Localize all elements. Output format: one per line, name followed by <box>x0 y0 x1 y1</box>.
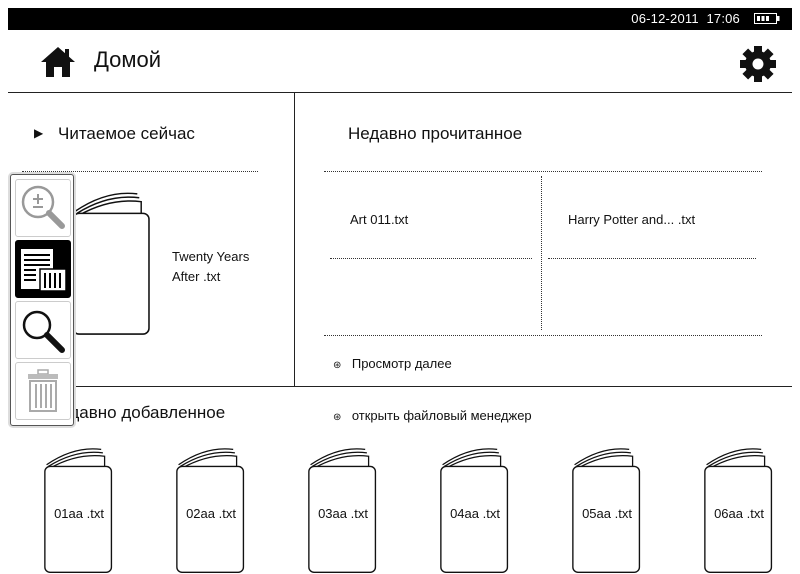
status-time: 17:06 <box>706 11 740 26</box>
home-icon[interactable] <box>40 46 76 78</box>
zoom-in-icon <box>21 185 65 229</box>
recent-added-books: 01aa .txt 02aa .txt 03aa .txt 04aa .txt … <box>0 446 800 573</box>
recent-read-heading: Недавно прочитанное <box>348 124 523 143</box>
book-label: 01aa .txt <box>54 506 104 521</box>
page-title: Домой <box>94 47 162 72</box>
file-manager-link[interactable]: ⊛ открыть файловый менеджер <box>333 407 532 425</box>
bullet-icon: ⊛ <box>333 412 342 423</box>
book-item[interactable]: 04aa .txt <box>432 446 518 573</box>
book-label: 02aa .txt <box>186 506 236 521</box>
triangle-right-icon: ▶ <box>34 126 44 140</box>
recent-read-item[interactable]: Art 011.txt <box>350 212 408 227</box>
divider <box>541 176 542 330</box>
divider <box>324 171 762 172</box>
delete-button[interactable] <box>15 362 71 420</box>
divider <box>22 171 258 172</box>
battery-icon <box>754 13 780 24</box>
trash-icon <box>28 369 58 412</box>
book-label: 04aa .txt <box>450 506 500 521</box>
book-item[interactable]: 06aa .txt <box>696 446 782 573</box>
divider <box>324 335 762 336</box>
recent-read-item[interactable]: Harry Potter and... .txt <box>568 212 695 227</box>
book-item[interactable]: 03aa .txt <box>300 446 386 573</box>
view-more-link[interactable]: ⊛ Просмотр далее <box>333 355 452 373</box>
book-item[interactable]: 05aa .txt <box>564 446 650 573</box>
gear-icon[interactable] <box>738 44 778 84</box>
middle-divider <box>8 386 792 387</box>
status-date: 06-12-2011 <box>631 11 699 26</box>
file-manager-label: открыть файловый менеджер <box>351 408 532 423</box>
reading-now-heading: Читаемое сейчас <box>58 124 195 143</box>
layout-button[interactable] <box>15 240 71 298</box>
book-item[interactable]: 01aa .txt <box>36 446 122 573</box>
layout-icon <box>21 249 67 292</box>
side-toolbar <box>10 174 74 426</box>
zoom-in-button[interactable] <box>15 179 71 237</box>
recent-added-heading: Недавно добавленное <box>48 403 226 422</box>
bullet-icon: ⊛ <box>333 360 342 371</box>
current-book-title-line2: After .txt <box>172 269 221 284</box>
divider <box>548 258 756 259</box>
header: Домой <box>0 30 800 92</box>
book-label: 03aa .txt <box>318 506 368 521</box>
current-book-title[interactable]: Twenty Years After .txt <box>172 247 249 287</box>
current-book-title-line1: Twenty Years <box>172 249 250 264</box>
book-label: 06aa .txt <box>714 506 764 521</box>
view-more-label: Просмотр далее <box>351 356 452 371</box>
current-book-cover[interactable] <box>70 190 154 336</box>
header-divider <box>8 92 792 93</box>
status-bar: 06-12-2011 17:06 <box>8 8 792 30</box>
status-datetime: 06-12-2011 17:06 <box>631 11 740 26</box>
book-label: 05aa .txt <box>582 506 632 521</box>
section-divider <box>294 93 295 386</box>
search-button[interactable] <box>15 301 71 359</box>
book-item[interactable]: 02aa .txt <box>168 446 254 573</box>
divider <box>330 258 532 259</box>
search-icon <box>22 310 65 353</box>
